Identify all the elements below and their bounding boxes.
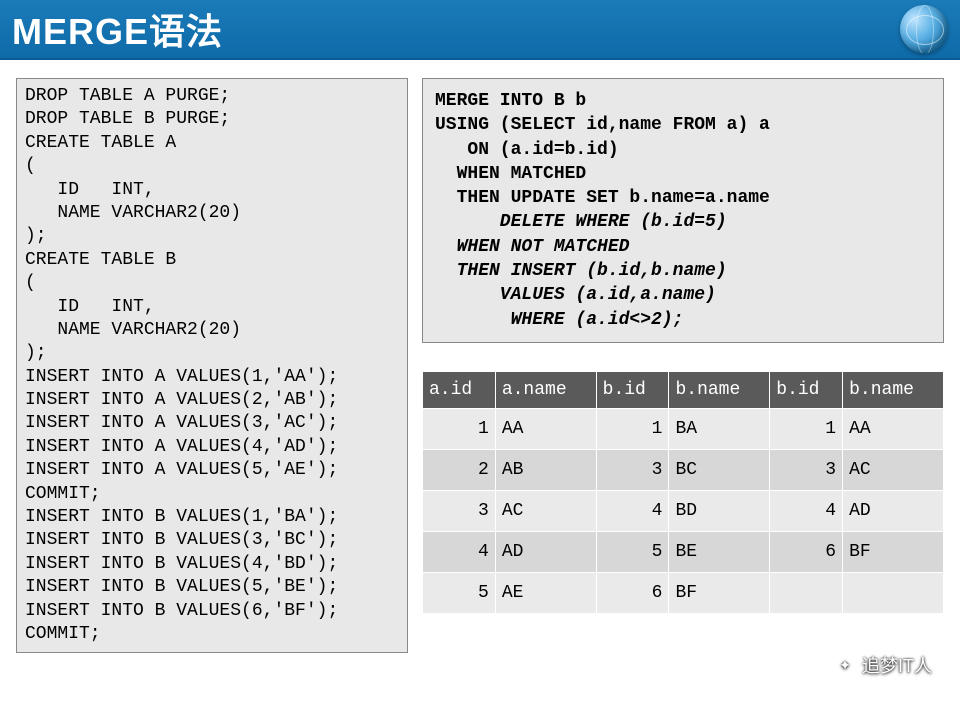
- merge-line-emph: DELETE WHERE (b.id=5): [435, 212, 727, 232]
- col-header: b.id: [596, 371, 669, 408]
- col-header: b.id: [770, 371, 843, 408]
- merge-line: WHEN MATCHED: [435, 164, 586, 184]
- cell: [770, 572, 843, 613]
- cell: [843, 572, 944, 613]
- table-row: 3 AC 4 BD 4 AD: [423, 490, 944, 531]
- cell: BF: [843, 531, 944, 572]
- title-bar: MERGE语法: [0, 0, 960, 60]
- cell: AA: [495, 408, 596, 449]
- table-body: 1 AA 1 BA 1 AA 2 AB 3 BC 3 AC 3 AC: [423, 408, 944, 613]
- cell: 3: [596, 449, 669, 490]
- table-row: 5 AE 6 BF: [423, 572, 944, 613]
- cell: 1: [423, 408, 496, 449]
- page-title: MERGE语法: [12, 3, 223, 55]
- merge-statement: MERGE INTO B b USING (SELECT id,name FRO…: [422, 78, 944, 343]
- merge-line: USING (SELECT id,name FROM a) a: [435, 115, 770, 135]
- col-header: a.id: [423, 371, 496, 408]
- cell: BE: [669, 531, 770, 572]
- merge-line-emph: WHERE (a.id<>2);: [435, 310, 683, 330]
- merge-line-emph: WHEN NOT MATCHED: [435, 237, 629, 257]
- wechat-icon: ✦: [834, 654, 856, 676]
- cell: 5: [423, 572, 496, 613]
- content-area: DROP TABLE A PURGE; DROP TABLE B PURGE; …: [0, 60, 960, 663]
- table-row: 2 AB 3 BC 3 AC: [423, 449, 944, 490]
- cell: 1: [770, 408, 843, 449]
- cell: 6: [770, 531, 843, 572]
- watermark-text: 追梦IT人: [862, 652, 932, 678]
- table-row: 1 AA 1 BA 1 AA: [423, 408, 944, 449]
- col-header: a.name: [495, 371, 596, 408]
- cell: 4: [423, 531, 496, 572]
- cell: AD: [843, 490, 944, 531]
- cell: BC: [669, 449, 770, 490]
- merge-line: MERGE INTO B b: [435, 91, 586, 111]
- cell: 3: [770, 449, 843, 490]
- col-header: b.name: [843, 371, 944, 408]
- cell: AE: [495, 572, 596, 613]
- col-header: b.name: [669, 371, 770, 408]
- cell: BA: [669, 408, 770, 449]
- cell: 1: [596, 408, 669, 449]
- cell: AD: [495, 531, 596, 572]
- cell: AC: [843, 449, 944, 490]
- cell: 2: [423, 449, 496, 490]
- cell: 6: [596, 572, 669, 613]
- cell: AB: [495, 449, 596, 490]
- watermark: ✦ 追梦IT人: [834, 652, 932, 678]
- cell: AA: [843, 408, 944, 449]
- globe-icon: [900, 5, 948, 53]
- sql-setup-code: DROP TABLE A PURGE; DROP TABLE B PURGE; …: [16, 78, 408, 653]
- merge-line-emph: THEN INSERT (b.id,b.name): [435, 261, 727, 281]
- table-header-row: a.id a.name b.id b.name b.id b.name: [423, 371, 944, 408]
- merge-line: THEN UPDATE SET b.name=a.name: [435, 188, 770, 208]
- merge-line: ON (a.id=b.id): [435, 140, 619, 160]
- table-row: 4 AD 5 BE 6 BF: [423, 531, 944, 572]
- cell: AC: [495, 490, 596, 531]
- result-table: a.id a.name b.id b.name b.id b.name 1 AA…: [422, 371, 944, 614]
- cell: 4: [596, 490, 669, 531]
- cell: BF: [669, 572, 770, 613]
- cell: 3: [423, 490, 496, 531]
- cell: 5: [596, 531, 669, 572]
- right-column: MERGE INTO B b USING (SELECT id,name FRO…: [422, 78, 944, 653]
- cell: BD: [669, 490, 770, 531]
- left-column: DROP TABLE A PURGE; DROP TABLE B PURGE; …: [16, 78, 408, 653]
- merge-line-emph: VALUES (a.id,a.name): [435, 285, 716, 305]
- cell: 4: [770, 490, 843, 531]
